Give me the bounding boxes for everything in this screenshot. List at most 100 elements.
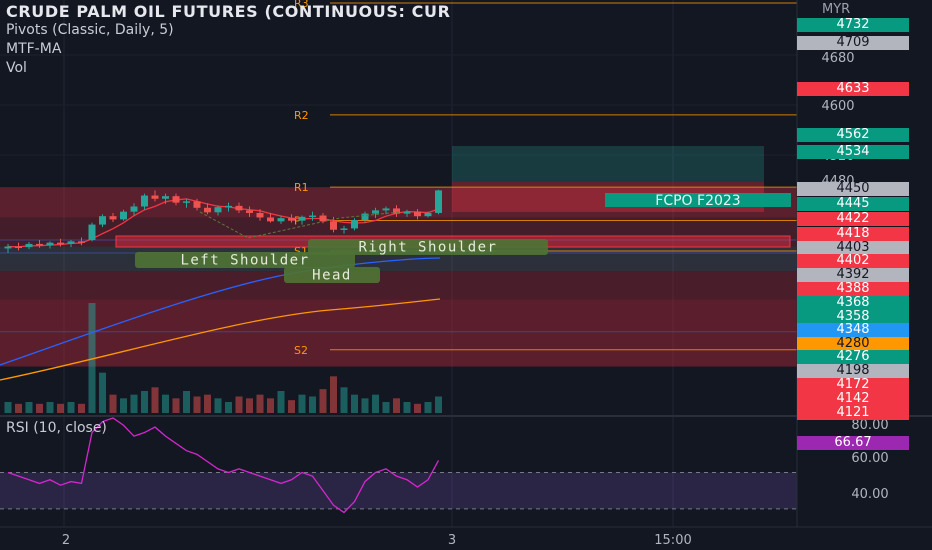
price-label: 4732: [797, 18, 909, 32]
volume-bar: [277, 391, 285, 413]
volume-bar: [193, 396, 201, 413]
volume-bar: [204, 394, 211, 413]
price-label: 4388: [797, 282, 909, 296]
pivot-zones: [0, 146, 797, 367]
rsi-pane[interactable]: [0, 415, 932, 514]
target-zone: [452, 146, 764, 182]
candle-body: [319, 215, 327, 222]
candle-body: [141, 195, 148, 207]
volume-bar: [372, 394, 379, 413]
volume-bar: [25, 402, 33, 413]
candle-body: [246, 210, 253, 213]
symbol-title[interactable]: CRUDE PALM OIL FUTURES (CONTINUOUS: CUR: [6, 2, 451, 21]
head-label: Head: [284, 267, 380, 284]
volume-bar: [78, 403, 85, 413]
rsi-legend[interactable]: RSI (10, close): [6, 420, 107, 436]
volume-bar: [267, 398, 274, 413]
volume-bar: [109, 394, 117, 413]
chart-legend: CRUDE PALM OIL FUTURES (CONTINUOUS: CUR …: [6, 2, 451, 78]
volume-bar: [382, 402, 390, 413]
candle-body: [214, 207, 222, 213]
price-label: 4348: [797, 323, 909, 337]
volume-bar: [151, 387, 159, 413]
symbol-tag-text: FCPO F2023: [655, 193, 740, 209]
price-label: 4422: [797, 212, 909, 226]
pivot-zone: [0, 271, 797, 300]
rsi-tick: 80.00: [851, 418, 888, 433]
candle-body: [361, 213, 369, 221]
volume-bar: [309, 396, 316, 413]
candle-body: [36, 243, 43, 246]
time-label: 2: [62, 533, 70, 548]
rsi-tick: 60.00: [851, 451, 888, 466]
price-label: 4450: [797, 182, 909, 196]
symbol-tag: FCPO F2023: [605, 193, 791, 209]
head-label-text: Head: [312, 268, 352, 284]
chart-canvas[interactable]: R3R2R1PS1S2 Left ShoulderHeadRight Shoul…: [0, 0, 932, 550]
volume-bar: [393, 398, 400, 413]
indicator-mtf-ma[interactable]: MTF-MA: [6, 40, 451, 59]
time-label: 15:00: [654, 533, 691, 548]
price-label: 4633: [797, 82, 909, 96]
price-label: 4121: [797, 406, 909, 420]
rsi-tick: 40.00: [851, 487, 888, 502]
volume-bar: [15, 403, 22, 413]
indicator-pivots[interactable]: Pivots (Classic, Daily, 5): [6, 21, 451, 40]
volume-bar: [288, 400, 295, 413]
volume-bar: [361, 398, 369, 413]
volume-bar: [120, 398, 127, 413]
candle-body: [225, 205, 232, 208]
volume-bar: [330, 376, 337, 413]
indicator-vol[interactable]: Vol: [6, 59, 451, 78]
candle-body: [15, 246, 22, 249]
candle-body: [151, 195, 159, 199]
volume-bar: [403, 402, 411, 413]
candle-body: [183, 201, 190, 203]
volume-bar: [414, 403, 421, 413]
candle-body: [256, 212, 264, 218]
candle-body: [99, 216, 106, 225]
candle-body: [78, 241, 85, 243]
candle-body: [88, 224, 96, 241]
right-shoulder-label-text: Right Shoulder: [358, 240, 497, 256]
volume-bar: [4, 402, 12, 413]
pivot-label-s2: S2: [294, 344, 308, 357]
volume-bar: [435, 396, 442, 413]
candle-body: [4, 246, 12, 249]
volume-bar: [99, 372, 106, 413]
volume-bar: [424, 402, 432, 413]
candle-body: [57, 242, 64, 245]
candle-body: [298, 216, 306, 221]
price-label: 4368: [797, 296, 909, 310]
candle-body: [267, 217, 274, 222]
candle-body: [288, 218, 295, 221]
candle-body: [204, 207, 211, 213]
volume-bar: [172, 398, 180, 413]
volume-bar: [235, 396, 243, 413]
candle-body: [309, 215, 316, 218]
price-label: 4198: [797, 364, 909, 378]
volume-bar: [246, 398, 253, 413]
rsi-value-label: 66.67: [797, 436, 909, 450]
candle-body: [67, 241, 75, 244]
pivot-zone: [0, 299, 797, 367]
right-shoulder-label: Right Shoulder: [308, 239, 548, 256]
candle-body: [403, 211, 411, 214]
volume-bar: [183, 391, 190, 413]
volume-bar: [57, 403, 64, 413]
volume-bar: [340, 387, 348, 413]
candle-body: [25, 243, 33, 248]
candle-body: [414, 211, 421, 217]
candle-body: [277, 218, 285, 222]
price-label: 4445: [797, 197, 909, 211]
candle-body: [372, 210, 379, 214]
volume-bar: [319, 389, 327, 413]
candle-body: [120, 211, 127, 220]
candle-body: [330, 221, 337, 230]
candle-body: [435, 190, 442, 213]
price-label: 4402: [797, 254, 909, 268]
currency-label: MYR: [822, 2, 851, 17]
price-label: 4418: [797, 227, 909, 241]
volume-bar: [162, 394, 169, 413]
volume-bar: [256, 394, 264, 413]
